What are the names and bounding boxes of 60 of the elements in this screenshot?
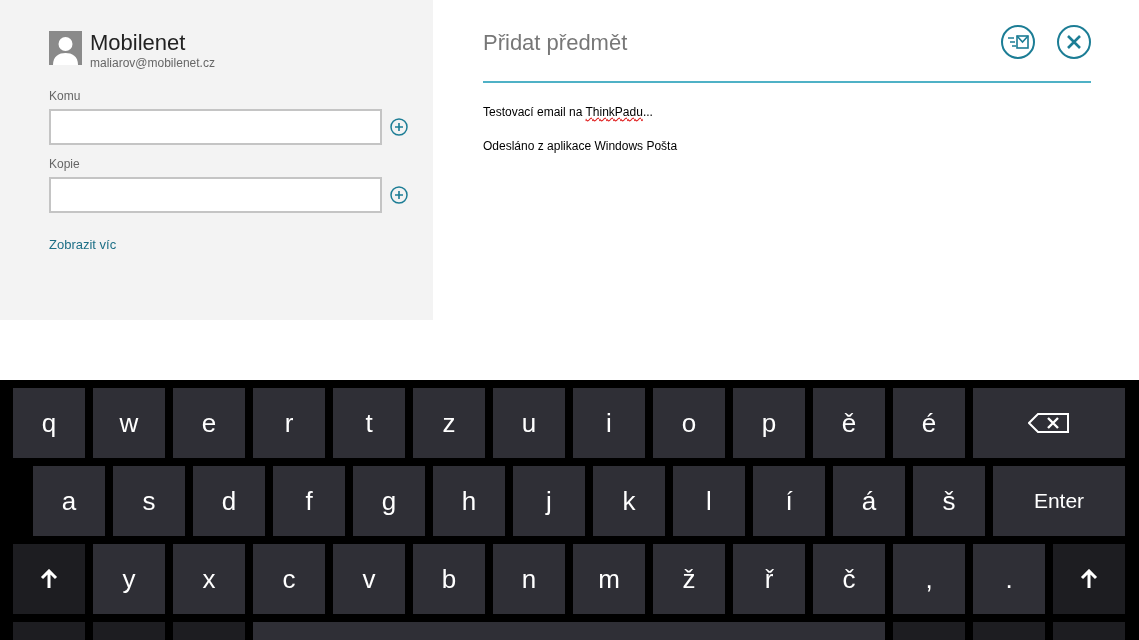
shift-key[interactable] — [1053, 544, 1125, 614]
send-button[interactable] — [1001, 25, 1035, 59]
backspace-icon — [1028, 413, 1070, 433]
key[interactable]: á — [833, 466, 905, 536]
key[interactable]: h — [433, 466, 505, 536]
key[interactable]: š — [913, 466, 985, 536]
key[interactable]: f — [273, 466, 345, 536]
key[interactable]: b — [413, 544, 485, 614]
key[interactable]: ř — [733, 544, 805, 614]
key[interactable]: v — [333, 544, 405, 614]
close-icon — [1067, 35, 1081, 49]
send-mail-icon — [1007, 35, 1029, 49]
add-contact-icon[interactable] — [390, 118, 408, 136]
message-line: Testovací email na ThinkPadu... — [483, 104, 654, 121]
key[interactable]: n — [493, 544, 565, 614]
key[interactable]: . — [973, 544, 1045, 614]
key[interactable]: x — [173, 544, 245, 614]
key[interactable]: o — [653, 388, 725, 458]
shift-key[interactable] — [13, 544, 85, 614]
key[interactable]: k — [593, 466, 665, 536]
key[interactable]: l — [673, 466, 745, 536]
show-more-link[interactable]: Zobrazit víc — [49, 235, 408, 255]
key[interactable]: y — [93, 544, 165, 614]
enter-key[interactable]: Enter — [993, 466, 1125, 536]
key[interactable]: t — [333, 388, 405, 458]
key[interactable]: ě — [813, 388, 885, 458]
key[interactable]: e — [173, 388, 245, 458]
message-line: Odesláno z aplikace Windows Pošta — [483, 138, 679, 155]
key[interactable]: m — [573, 544, 645, 614]
key[interactable]: , — [893, 544, 965, 614]
key[interactable]: a — [33, 466, 105, 536]
backspace-key[interactable] — [973, 388, 1125, 458]
key[interactable]: č — [813, 544, 885, 614]
account-name: Mobilenet — [90, 31, 187, 55]
shift-arrow-icon — [1080, 569, 1098, 589]
avatar-icon — [49, 31, 82, 65]
recipient-field[interactable] — [49, 109, 382, 145]
key[interactable]: r — [253, 388, 325, 458]
add-contact-icon[interactable] — [390, 186, 408, 204]
key[interactable]: q — [13, 388, 85, 458]
key[interactable]: i — [573, 388, 645, 458]
key[interactable]: u — [493, 388, 565, 458]
close-button[interactable] — [1057, 25, 1091, 59]
subject-field[interactable]: Přidat předmět — [483, 25, 1001, 59]
account-email: maliarov@mobilenet.cz — [90, 55, 215, 71]
key[interactable]: p — [733, 388, 805, 458]
recipient-field[interactable] — [49, 177, 382, 213]
key[interactable]: w — [93, 388, 165, 458]
key[interactable]: g — [353, 466, 425, 536]
shift-arrow-icon — [40, 569, 58, 589]
key[interactable]: j — [513, 466, 585, 536]
field-label: Komu — [49, 88, 82, 105]
key[interactable]: c — [253, 544, 325, 614]
key[interactable]: d — [193, 466, 265, 536]
key[interactable]: ž — [653, 544, 725, 614]
key[interactable]: é — [893, 388, 965, 458]
key[interactable]: í — [753, 466, 825, 536]
field-label: Kopie — [49, 156, 81, 173]
key[interactable]: s — [113, 466, 185, 536]
key[interactable]: z — [413, 388, 485, 458]
